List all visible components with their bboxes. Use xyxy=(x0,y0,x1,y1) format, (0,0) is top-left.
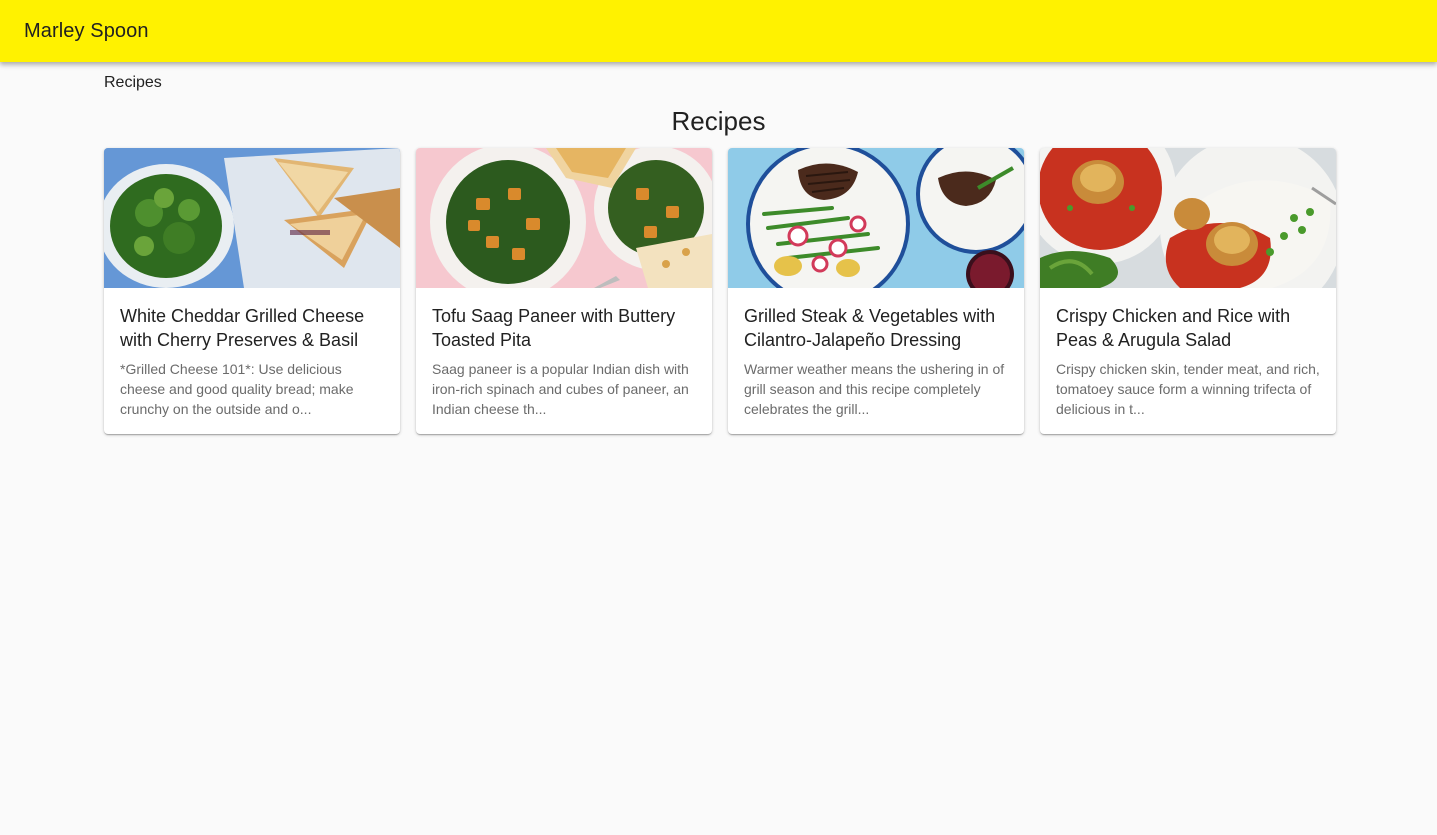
recipe-title[interactable]: Crispy Chicken and Rice with Peas & Arug… xyxy=(1056,304,1320,352)
crispy-chicken-photo xyxy=(1040,148,1336,288)
brand-title[interactable]: Marley Spoon xyxy=(24,20,149,43)
steak-vegetables-photo xyxy=(728,148,1024,288)
recipe-description: Warmer weather means the ushering in of … xyxy=(744,361,1005,417)
recipe-card[interactable]: Grilled Steak & Vegetables with Cilantro… xyxy=(728,148,1024,434)
recipe-description: Saag paneer is a popular Indian dish wit… xyxy=(432,361,689,417)
recipe-card[interactable]: White Cheddar Grilled Cheese with Cherry… xyxy=(104,148,400,434)
recipe-card[interactable]: Crispy Chicken and Rice with Peas & Arug… xyxy=(1040,148,1336,434)
app-bar: Marley Spoon xyxy=(0,0,1437,62)
grilled-cheese-photo xyxy=(104,148,400,288)
recipe-title[interactable]: White Cheddar Grilled Cheese with Cherry… xyxy=(120,304,384,352)
saag-paneer-photo xyxy=(416,148,712,288)
page-title: Recipes xyxy=(671,106,766,136)
breadcrumb[interactable]: Recipes xyxy=(104,74,162,92)
recipe-card[interactable]: Tofu Saag Paneer with Buttery Toasted Pi… xyxy=(416,148,712,434)
recipe-grid: White Cheddar Grilled Cheese with Cherry… xyxy=(104,148,1336,434)
recipe-description: *Grilled Cheese 101*: Use delicious chee… xyxy=(120,361,354,417)
recipe-description: Crispy chicken skin, tender meat, and ri… xyxy=(1056,361,1320,417)
recipe-title[interactable]: Tofu Saag Paneer with Buttery Toasted Pi… xyxy=(432,304,696,352)
recipe-title[interactable]: Grilled Steak & Vegetables with Cilantro… xyxy=(744,304,1008,352)
